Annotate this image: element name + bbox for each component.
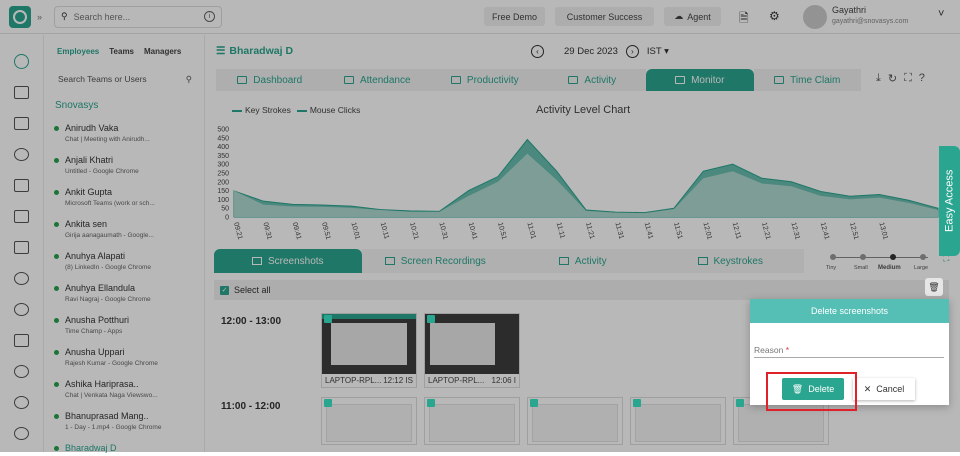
- modal-title: Delete screenshots: [750, 299, 949, 323]
- thumbnail-checkbox[interactable]: [427, 315, 435, 323]
- close-icon: ✕: [863, 383, 872, 394]
- cancel-button[interactable]: ✕ Cancel: [853, 378, 915, 400]
- thumbnail-checkbox[interactable]: [324, 315, 332, 323]
- required-mark: *: [785, 345, 789, 355]
- easy-access-tab[interactable]: Easy Access: [939, 146, 960, 256]
- highlight-box: [766, 372, 857, 411]
- reason-input[interactable]: Reason *: [754, 345, 944, 358]
- trash-icon[interactable]: 🗑: [925, 278, 943, 296]
